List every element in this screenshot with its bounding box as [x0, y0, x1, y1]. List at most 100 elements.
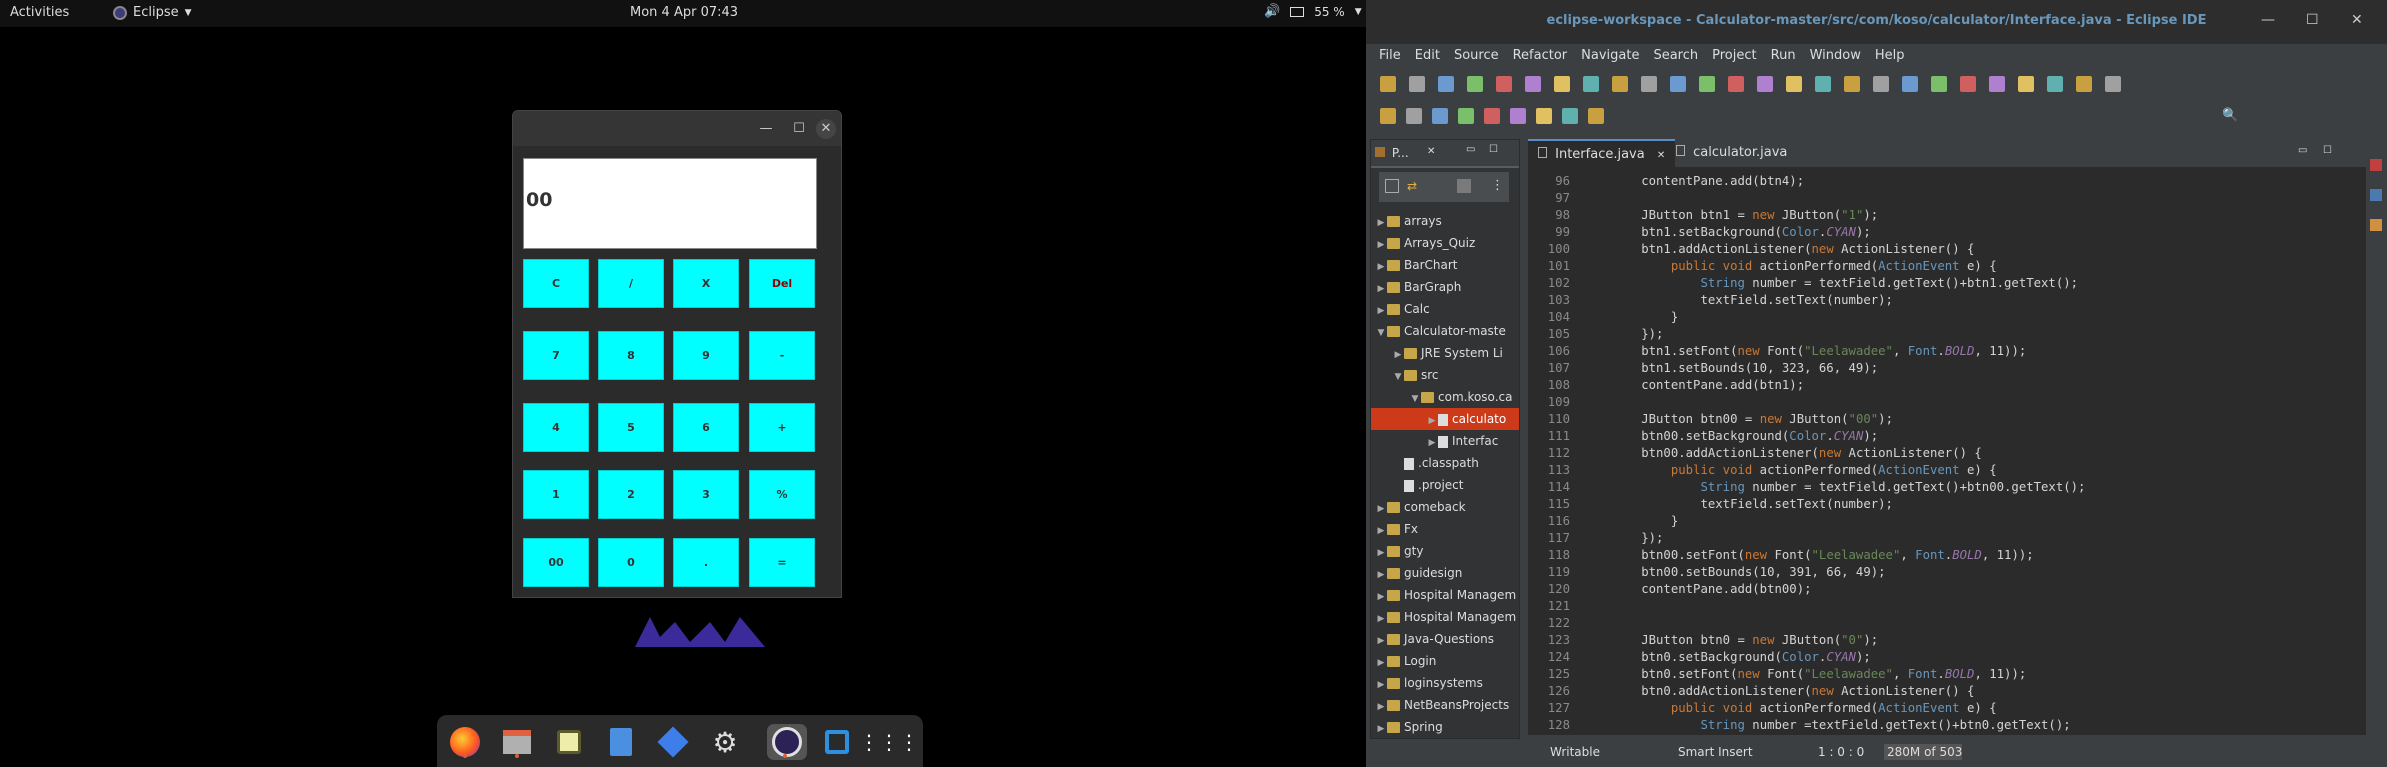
chevron-right-icon[interactable]: ▶: [1375, 630, 1387, 650]
toolbar-icon[interactable]: [1510, 108, 1526, 124]
code-line[interactable]: public void actionPerformed(ActionEvent …: [1582, 462, 1997, 479]
toolbar-icon[interactable]: [2105, 76, 2121, 92]
system-tray[interactable]: 🔊 55 % ▼: [1264, 4, 1362, 19]
calc-key-11[interactable]: +: [749, 403, 815, 452]
menu-window[interactable]: Window: [1803, 44, 1868, 68]
calc-key-12[interactable]: 1: [523, 470, 589, 519]
toolbar-icon[interactable]: [1484, 108, 1500, 124]
chevron-right-icon[interactable]: ▶: [1375, 234, 1387, 254]
chevron-right-icon[interactable]: ▶: [1375, 652, 1387, 672]
minimize-icon[interactable]: —: [756, 119, 776, 139]
tree-item[interactable]: ▶ Interfac: [1371, 430, 1519, 452]
menu-help[interactable]: Help: [1868, 44, 1912, 68]
code-line[interactable]: });: [1582, 530, 1663, 547]
menu-edit[interactable]: Edit: [1408, 44, 1447, 68]
calculator-display[interactable]: 00: [523, 158, 817, 249]
code-line[interactable]: public void actionPerformed(ActionEvent …: [1582, 700, 1997, 717]
code-line[interactable]: btn0.addActionListener(new ActionListene…: [1582, 683, 1974, 700]
tree-item[interactable]: ▶ Fx: [1371, 518, 1519, 540]
jetbrains-icon[interactable]: [655, 724, 691, 760]
chevron-right-icon[interactable]: ▶: [1426, 432, 1438, 452]
toolbar-icon[interactable]: [1757, 76, 1773, 92]
chevron-right-icon[interactable]: ▶: [1375, 718, 1387, 738]
code-line[interactable]: btn00.setBounds(10, 391, 66, 49);: [1582, 564, 1885, 581]
code-line[interactable]: JButton btn00 = new JButton("00");: [1582, 411, 1893, 428]
toolbar-icon[interactable]: [1536, 108, 1552, 124]
tree-item[interactable]: ▶ guidesign: [1371, 562, 1519, 584]
toolbar-icon[interactable]: [1699, 76, 1715, 92]
code-line[interactable]: JButton btn1 = new JButton("1");: [1582, 207, 1878, 224]
chevron-right-icon[interactable]: ▶: [1375, 564, 1387, 584]
menu-source[interactable]: Source: [1447, 44, 1506, 68]
calc-key-19[interactable]: =: [749, 538, 815, 587]
menu-run[interactable]: Run: [1764, 44, 1803, 68]
chevron-right-icon[interactable]: ▶: [1375, 674, 1387, 694]
code-line[interactable]: contentPane.add(btn00);: [1582, 581, 1811, 598]
close-icon[interactable]: ✕: [816, 119, 836, 139]
tree-item[interactable]: ▶ BarChart: [1371, 254, 1519, 276]
toolbar-icon[interactable]: [1525, 76, 1541, 92]
tree-item[interactable]: ▶ NetBeansProjects: [1371, 694, 1519, 716]
toolbar-icon[interactable]: [1815, 76, 1831, 92]
eclipse-titlebar[interactable]: eclipse-workspace - Calculator-master/sr…: [1366, 0, 2387, 44]
vscode-icon[interactable]: [819, 724, 855, 760]
chevron-right-icon[interactable]: ▶: [1375, 212, 1387, 232]
toolbar-icon[interactable]: [1931, 76, 1947, 92]
code-line[interactable]: }: [1582, 513, 1678, 530]
chevron-right-icon[interactable]: ▶: [1375, 586, 1387, 606]
calc-key-14[interactable]: 3: [673, 470, 739, 519]
toolbar-icon[interactable]: [1989, 76, 2005, 92]
tree-item[interactable]: ▼ com.koso.ca: [1371, 386, 1519, 408]
tree-item[interactable]: ▶ Java-Questions: [1371, 628, 1519, 650]
toolbar-icon[interactable]: [1583, 76, 1599, 92]
toolbar-icon[interactable]: [1432, 108, 1448, 124]
toolbar-icon[interactable]: [1406, 108, 1422, 124]
calc-key-1[interactable]: /: [598, 259, 664, 308]
tree-item[interactable]: ▶ arrays: [1371, 210, 1519, 232]
tree-item[interactable]: ▶ comeback: [1371, 496, 1519, 518]
code-line[interactable]: btn1.setBackground(Color.CYAN);: [1582, 224, 1871, 241]
chevron-down-icon[interactable]: ▼: [1375, 322, 1387, 342]
toolbar-icon[interactable]: [1641, 76, 1657, 92]
calc-key-3[interactable]: Del: [749, 259, 815, 308]
toolbar-icon[interactable]: [1728, 76, 1744, 92]
code-line[interactable]: textField.setText(number);: [1582, 292, 1893, 309]
close-icon[interactable]: ✕: [1427, 146, 1435, 157]
toolbar-icon[interactable]: [1562, 108, 1578, 124]
toolbar-icon[interactable]: [1844, 76, 1860, 92]
calc-key-7[interactable]: -: [749, 331, 815, 380]
outline-icon[interactable]: [2370, 189, 2382, 201]
problems-icon[interactable]: [2370, 219, 2382, 231]
toolbar-icon[interactable]: [1786, 76, 1802, 92]
chevron-down-icon[interactable]: ▼: [1409, 388, 1421, 408]
status-heap[interactable]: 280M of 503M: [1884, 744, 1962, 760]
toolbar-icon[interactable]: [2076, 76, 2092, 92]
clock[interactable]: Mon 4 Apr 07:43: [630, 5, 738, 20]
code-line[interactable]: String number = textField.getText()+btn0…: [1582, 479, 2085, 496]
tab-calculator-java[interactable]: calculator.java: [1666, 139, 1797, 167]
tree-item[interactable]: ▶ Hospital Managem: [1371, 584, 1519, 606]
code-line[interactable]: btn1.setBounds(10, 323, 66, 49);: [1582, 360, 1878, 377]
toolbar-icon[interactable]: [2047, 76, 2063, 92]
chevron-right-icon[interactable]: ▶: [1375, 696, 1387, 716]
chevron-right-icon[interactable]: ▶: [1375, 300, 1387, 320]
code-line[interactable]: btn1.addActionListener(new ActionListene…: [1582, 241, 1974, 258]
chevron-right-icon[interactable]: ▶: [1375, 256, 1387, 276]
chevron-right-icon[interactable]: ▶: [1426, 410, 1438, 430]
code-line[interactable]: contentPane.add(btn1);: [1582, 377, 1804, 394]
code-line[interactable]: textField.setText(number);: [1582, 496, 1893, 513]
calc-key-6[interactable]: 9: [673, 331, 739, 380]
menu-refactor[interactable]: Refactor: [1506, 44, 1575, 68]
chevron-right-icon[interactable]: ▶: [1375, 608, 1387, 628]
tree-item[interactable]: ▶ loginsystems: [1371, 672, 1519, 694]
code-line[interactable]: btn00.setFont(new Font("Leelawadee", Fon…: [1582, 547, 2033, 564]
maximize-icon[interactable]: ☐: [789, 119, 809, 139]
minimize-icon[interactable]: ▭: [1466, 144, 1475, 155]
activities-button[interactable]: Activities: [10, 5, 69, 20]
search-icon[interactable]: 🔍: [2222, 108, 2238, 123]
calc-key-2[interactable]: X: [673, 259, 739, 308]
code-line[interactable]: btn0.setFont(new Font("Leelawadee", Font…: [1582, 666, 2026, 683]
task-list-icon[interactable]: [2370, 159, 2382, 171]
view-menu-icon[interactable]: ⋮: [1491, 178, 1504, 193]
chevron-right-icon[interactable]: ▶: [1392, 344, 1404, 364]
